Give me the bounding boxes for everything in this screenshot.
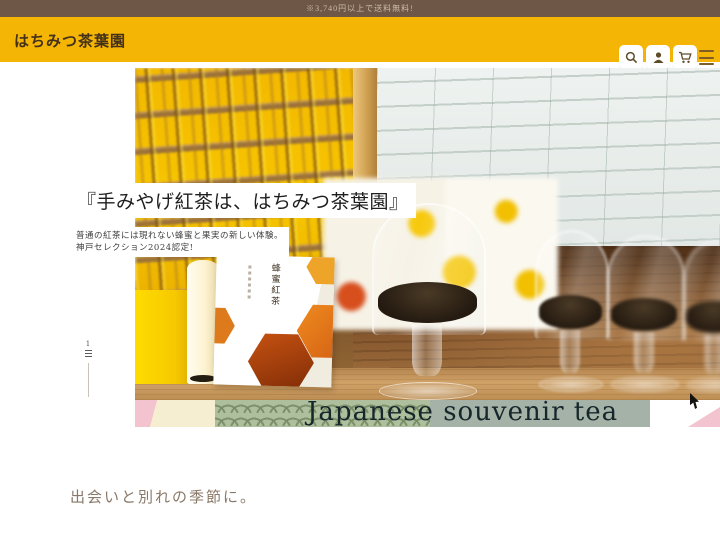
slide-tick — [84, 356, 92, 357]
cart-icon — [678, 51, 692, 64]
announcement-bar: ※3,740円以上で送料無料! — [0, 0, 720, 17]
site-header: はちみつ茶葉園 — [0, 17, 720, 69]
slide-tick — [84, 350, 92, 351]
slide-tick — [84, 353, 92, 354]
glass-display — [683, 240, 720, 392]
white-segment — [650, 400, 720, 427]
search-button[interactable] — [619, 45, 643, 69]
yellow-package — [135, 290, 192, 384]
pink-ribbon — [135, 400, 168, 427]
carousel-indicator[interactable]: 1 — [82, 340, 94, 397]
box-sub-label — [247, 265, 252, 300]
cart-button[interactable] — [673, 45, 697, 69]
honey-tea-box: 蜂蜜紅茶 — [213, 254, 335, 388]
brand-logo[interactable]: はちみつ茶葉園 — [14, 30, 126, 51]
slide-number: 1 — [85, 340, 91, 348]
glass-display — [607, 235, 685, 392]
lead-text: 出会いと別れの季節に。 — [70, 488, 258, 506]
account-icon — [652, 51, 665, 64]
search-icon — [625, 51, 638, 64]
cream-segment — [168, 400, 215, 427]
glass-display — [372, 203, 486, 400]
hero-heading: 『手みやげ紅茶は、はちみつ茶葉園』 — [70, 183, 416, 218]
slide-progress-rail — [87, 363, 89, 397]
glass-display — [535, 230, 609, 392]
announcement-text: ※3,740円以上で送料無料! — [306, 4, 414, 13]
hexagon-decor — [306, 254, 335, 285]
hero-subheading-line2: 神戸セレクション2024認定! — [76, 243, 194, 253]
account-button[interactable] — [646, 45, 670, 69]
menu-button[interactable] — [699, 49, 714, 66]
box-product-label: 蜂蜜紅茶 — [268, 262, 281, 308]
hero-subheading-line1: 普通の紅茶には現れない蜂蜜と果実の新しい体験。 — [76, 231, 284, 241]
hexagon-decor — [213, 306, 235, 345]
banner-text: Japanese souvenir tea — [307, 397, 619, 427]
hero-subheading: 普通の紅茶には現れない蜂蜜と果実の新しい体験。 神戸セレクション2024認定! — [70, 227, 290, 257]
